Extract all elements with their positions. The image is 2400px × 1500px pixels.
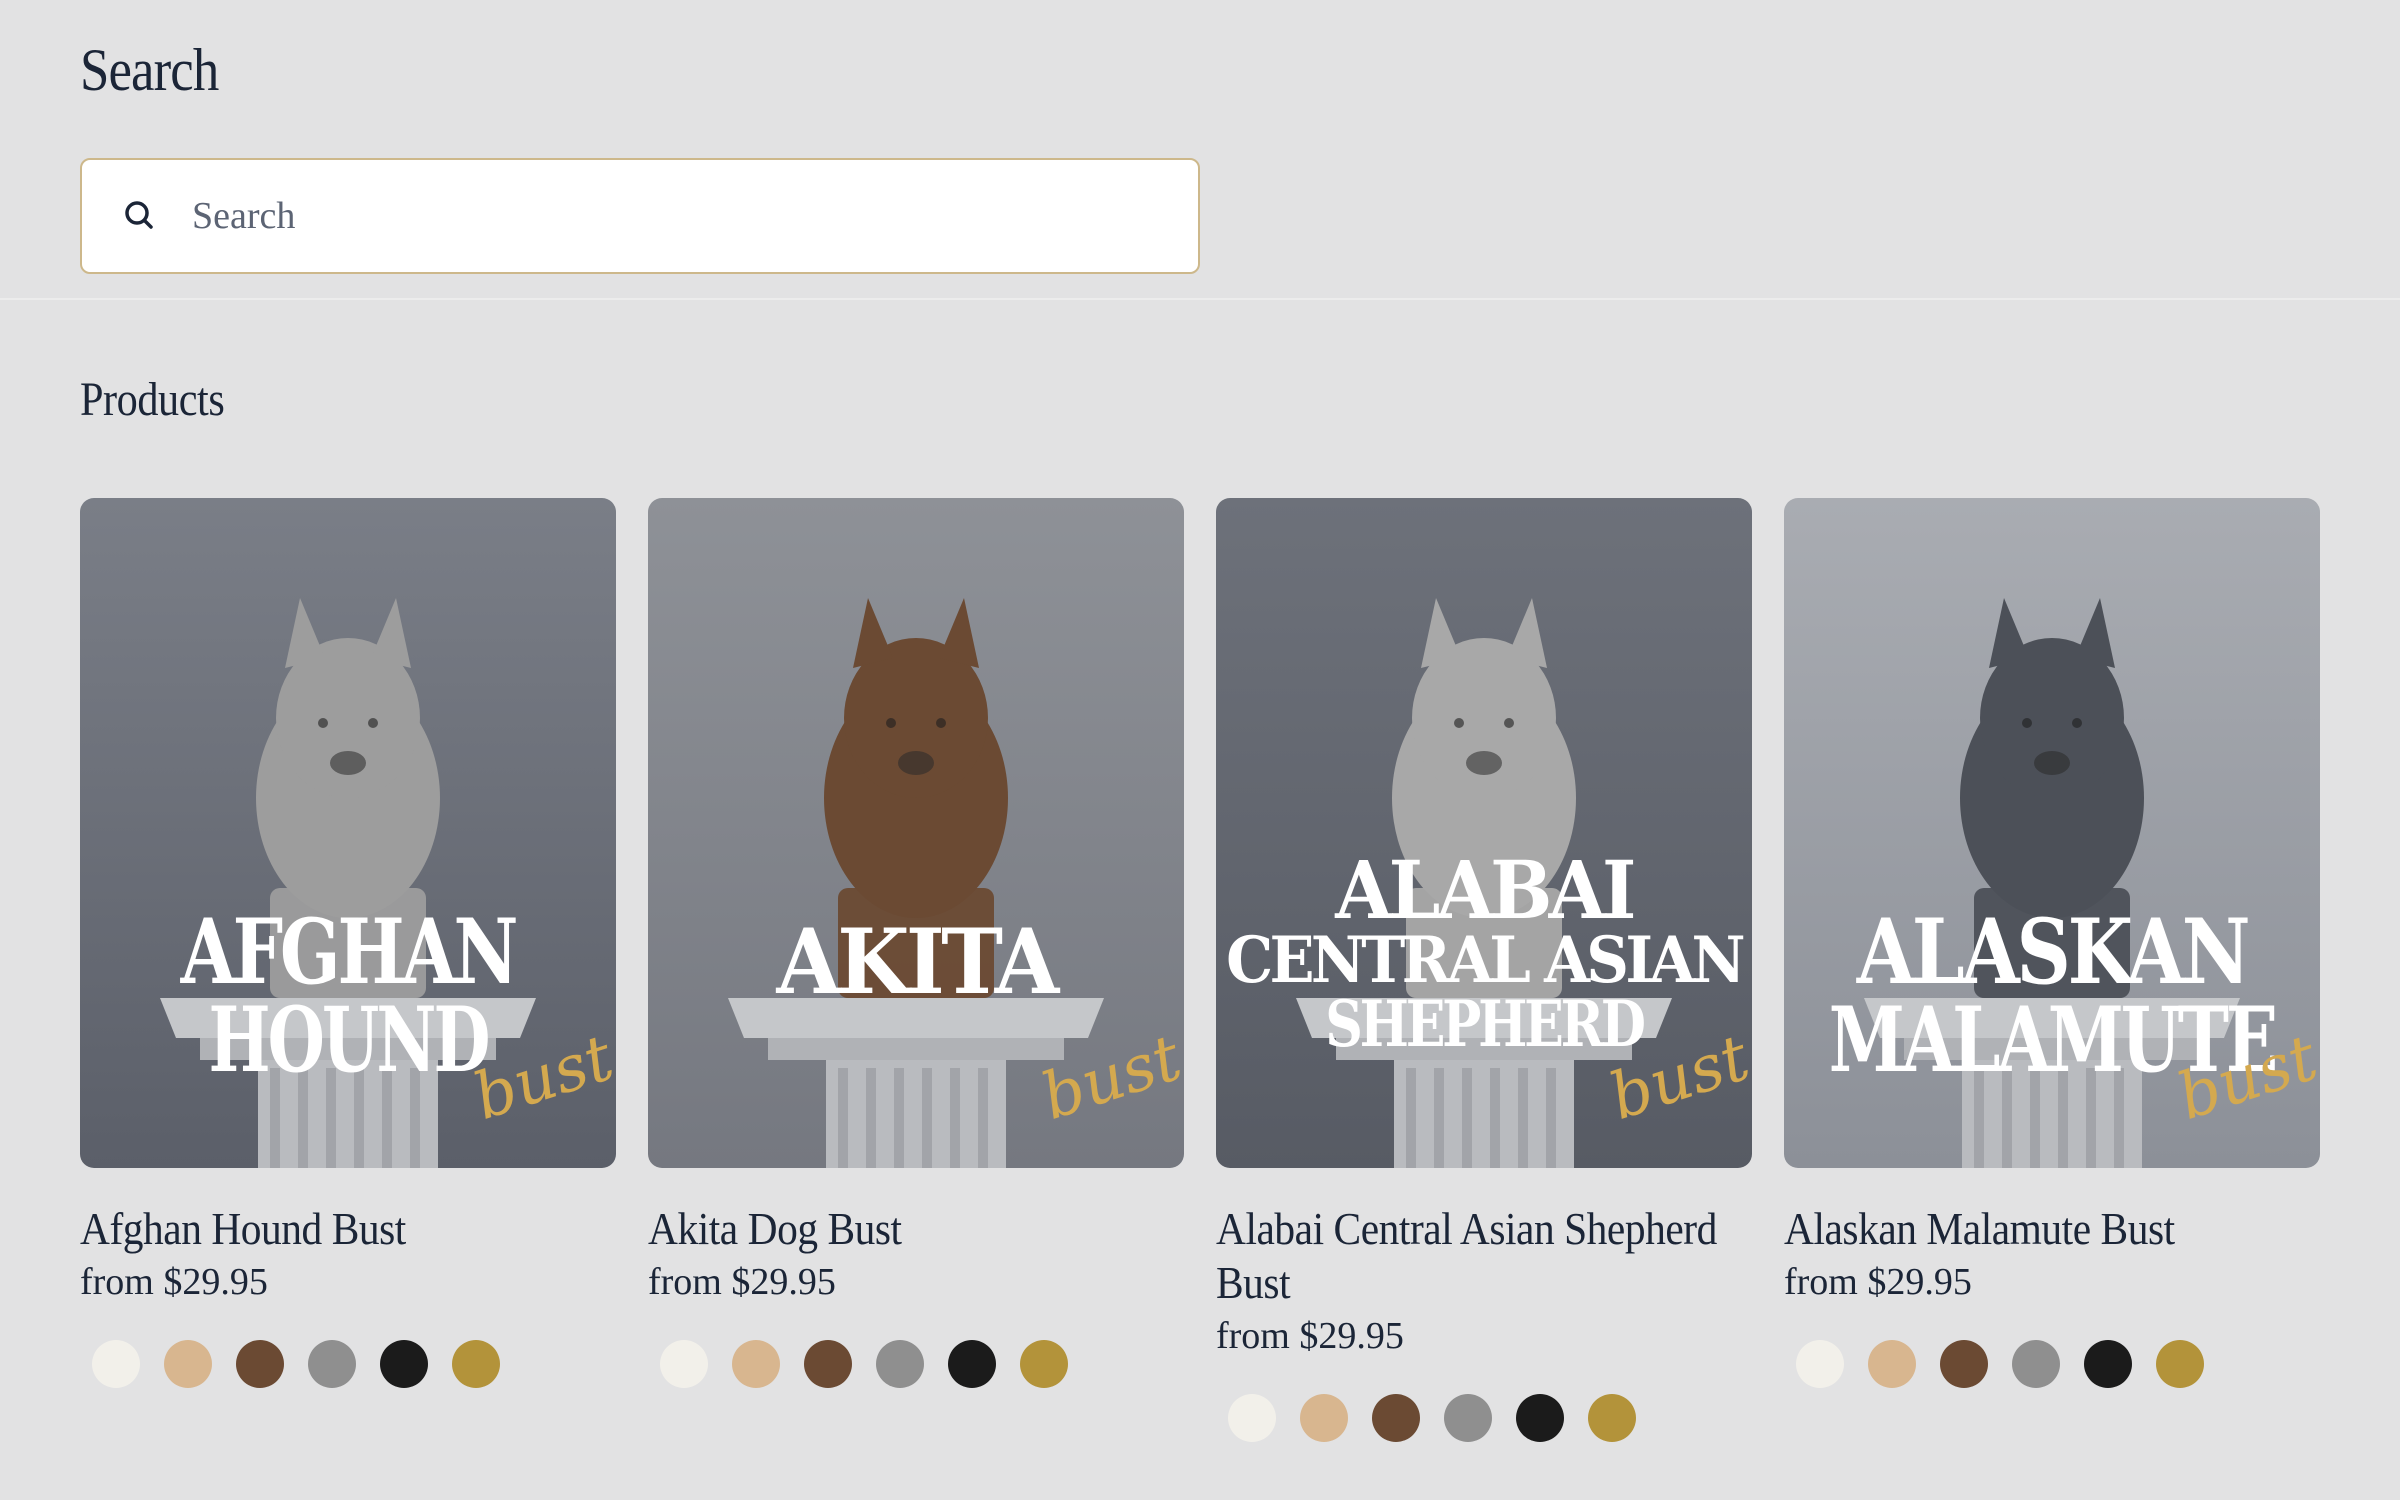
products-heading: Products bbox=[80, 373, 225, 426]
product-image[interactable]: AFGHAN HOUND bust bbox=[80, 498, 616, 1168]
swatch-brown[interactable] bbox=[1372, 1394, 1420, 1442]
product-image-art: ALASKANMALAMUTEbust bbox=[1784, 498, 2320, 1168]
color-swatches bbox=[648, 1340, 1184, 1388]
swatch-gold[interactable] bbox=[452, 1340, 500, 1388]
swatch-grey[interactable] bbox=[1444, 1394, 1492, 1442]
product-title[interactable]: Alabai Central Asian Shepherd Bust bbox=[1216, 1202, 1738, 1310]
product-card-4[interactable]: ALASKAN MALAMUTE bust Alaskan Malamute Bus… bbox=[1784, 498, 2320, 1442]
product-image[interactable]: AKITA bust bbox=[648, 498, 1184, 1168]
swatch-brown[interactable] bbox=[1940, 1340, 1988, 1388]
swatch-black[interactable] bbox=[948, 1340, 996, 1388]
image-overlay-line: HOUND bbox=[209, 987, 489, 1093]
product-title[interactable]: Alaskan Malamute Bust bbox=[1784, 1202, 2306, 1256]
swatch-grey[interactable] bbox=[876, 1340, 924, 1388]
search-box[interactable] bbox=[80, 158, 1200, 274]
image-overlay-line: SHEPHERD bbox=[1325, 987, 1644, 1062]
search-icon[interactable] bbox=[120, 196, 160, 236]
swatch-white[interactable] bbox=[1228, 1394, 1276, 1442]
swatch-grey[interactable] bbox=[308, 1340, 356, 1388]
swatch-grey[interactable] bbox=[2012, 1340, 2060, 1388]
swatch-white[interactable] bbox=[660, 1340, 708, 1388]
color-swatches bbox=[80, 1340, 616, 1388]
swatch-white[interactable] bbox=[1796, 1340, 1844, 1388]
search-section: Search bbox=[0, 0, 2400, 300]
product-card-2[interactable]: AKITA bust Akita Dog Bust from $29.95 bbox=[648, 498, 1184, 1442]
product-image-art: AFGHANHOUNDbust bbox=[80, 498, 616, 1168]
swatch-white[interactable] bbox=[92, 1340, 140, 1388]
swatch-black[interactable] bbox=[2084, 1340, 2132, 1388]
product-card-1[interactable]: AFGHAN HOUND bust Afghan Hound Bust from $… bbox=[80, 498, 616, 1442]
product-title[interactable]: Afghan Hound Bust bbox=[80, 1202, 602, 1256]
swatch-brown[interactable] bbox=[236, 1340, 284, 1388]
swatch-beige[interactable] bbox=[1300, 1394, 1348, 1442]
product-title[interactable]: Akita Dog Bust bbox=[648, 1202, 1170, 1256]
product-image-art: AKITAbust bbox=[648, 498, 1184, 1168]
product-price: from $29.95 bbox=[1784, 1261, 1972, 1303]
color-swatches bbox=[1216, 1394, 1752, 1442]
swatch-beige[interactable] bbox=[1868, 1340, 1916, 1388]
search-heading: Search bbox=[80, 37, 219, 103]
swatch-black[interactable] bbox=[1516, 1394, 1564, 1442]
product-price: from $29.95 bbox=[80, 1261, 268, 1303]
color-swatches bbox=[1784, 1340, 2320, 1388]
product-image-art: ALABAICENTRAL ASIANSHEPHERDbust bbox=[1216, 498, 1752, 1168]
product-price: from $29.95 bbox=[1216, 1315, 1404, 1357]
product-card-3[interactable]: ALABAI CENTRAL ASIAN SHEPHERD bust Alabai C… bbox=[1216, 498, 1752, 1442]
swatch-beige[interactable] bbox=[732, 1340, 780, 1388]
product-price: from $29.95 bbox=[648, 1261, 836, 1303]
product-image[interactable]: ALABAI CENTRAL ASIAN SHEPHERD bust bbox=[1216, 498, 1752, 1168]
swatch-gold[interactable] bbox=[2156, 1340, 2204, 1388]
search-input[interactable] bbox=[190, 193, 1094, 239]
product-image[interactable]: ALASKAN MALAMUTE bust bbox=[1784, 498, 2320, 1168]
swatch-black[interactable] bbox=[380, 1340, 428, 1388]
swatch-brown[interactable] bbox=[804, 1340, 852, 1388]
swatch-gold[interactable] bbox=[1588, 1394, 1636, 1442]
image-overlay-line: AKITA bbox=[776, 909, 1061, 1015]
swatch-gold[interactable] bbox=[1020, 1340, 1068, 1388]
product-grid: AFGHAN HOUND bust Afghan Hound Bust from $… bbox=[80, 498, 2320, 1442]
swatch-beige[interactable] bbox=[164, 1340, 212, 1388]
